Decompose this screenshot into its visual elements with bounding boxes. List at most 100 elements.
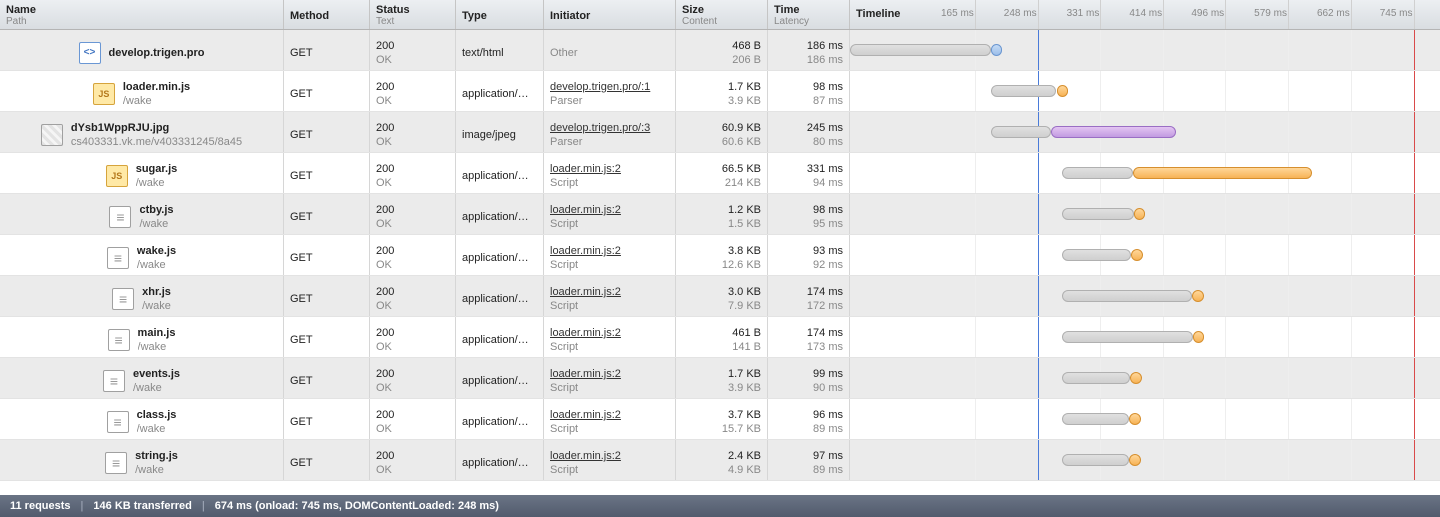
timing-bar-download[interactable] (1129, 413, 1141, 425)
initiator-link[interactable]: loader.min.js:2 (550, 244, 669, 258)
name-cell[interactable]: sugar.js/wake (0, 153, 284, 193)
table-row[interactable]: ctby.js/wakeGET200OKapplication/…loader.… (0, 194, 1440, 235)
timeline-cell (850, 30, 1440, 70)
js-file-icon (106, 165, 128, 187)
initiator-link[interactable]: loader.min.js:2 (550, 367, 669, 381)
domcontentloaded-marker (1038, 276, 1039, 316)
status-cell: 200OK (370, 235, 456, 275)
col-timeline-header[interactable]: Timeline 165 ms248 ms331 ms414 ms496 ms5… (850, 0, 1440, 29)
timing-bar-download[interactable] (1131, 249, 1143, 261)
timing-bar-download[interactable] (1193, 331, 1205, 343)
onload-marker (1414, 399, 1415, 439)
name-cell[interactable]: loader.min.js/wake (0, 71, 284, 111)
request-path: /wake (137, 422, 177, 436)
table-row[interactable]: events.js/wakeGET200OKapplication/…loade… (0, 358, 1440, 399)
size-cell: 461 B141 B (676, 317, 768, 357)
initiator-cell: loader.min.js:2Script (544, 153, 676, 193)
request-name: develop.trigen.pro (109, 46, 205, 60)
col-status-header[interactable]: Status Text (370, 0, 456, 29)
request-path: /wake (136, 176, 178, 190)
request-path: /wake (139, 217, 173, 231)
name-cell[interactable]: xhr.js/wake (0, 276, 284, 316)
timing-bar-download[interactable] (1133, 167, 1312, 179)
table-row[interactable]: string.js/wakeGET200OKapplication/…loade… (0, 440, 1440, 481)
txt-file-icon (109, 206, 131, 228)
size-cell: 1.7 KB3.9 KB (676, 358, 768, 398)
initiator-cell: loader.min.js:2Script (544, 235, 676, 275)
type-cell: image/jpeg (456, 112, 544, 152)
table-row[interactable]: develop.trigen.proGET200OKtext/htmlOther… (0, 30, 1440, 71)
col-name-header[interactable]: Name Path (0, 0, 284, 29)
timing-bar-latency[interactable] (1062, 331, 1193, 343)
col-initiator-header[interactable]: Initiator (544, 0, 676, 29)
onload-marker (1414, 358, 1415, 398)
table-row[interactable]: main.js/wakeGET200OKapplication/…loader.… (0, 317, 1440, 358)
onload-marker (1414, 276, 1415, 316)
onload-marker (1414, 153, 1415, 193)
timing-bar-download[interactable] (1134, 208, 1146, 220)
type-cell: application/… (456, 399, 544, 439)
request-name: events.js (133, 367, 180, 381)
timing-bar-latency[interactable] (1062, 290, 1192, 302)
initiator-cell: Other (544, 30, 676, 70)
timing-bar-download[interactable] (991, 44, 1003, 56)
timing-bar-download[interactable] (1129, 454, 1141, 466)
table-row[interactable]: sugar.js/wakeGET200OKapplication/…loader… (0, 153, 1440, 194)
timing-bar-latency[interactable] (1062, 167, 1133, 179)
timing-bar-download[interactable] (1130, 372, 1142, 384)
type-cell: application/… (456, 440, 544, 480)
name-cell[interactable]: class.js/wake (0, 399, 284, 439)
table-row[interactable]: xhr.js/wakeGET200OKapplication/…loader.m… (0, 276, 1440, 317)
name-cell[interactable]: string.js/wake (0, 440, 284, 480)
col-type-header[interactable]: Type (456, 0, 544, 29)
timing-bar-download[interactable] (1192, 290, 1204, 302)
initiator-link[interactable]: develop.trigen.pro/:1 (550, 80, 669, 94)
size-cell: 3.8 KB12.6 KB (676, 235, 768, 275)
timing-bar-latency[interactable] (1062, 454, 1129, 466)
timing-bar-latency[interactable] (991, 126, 1052, 138)
table-row[interactable]: dYsb1WppRJU.jpgcs403331.vk.me/v403331245… (0, 112, 1440, 153)
initiator-link[interactable]: loader.min.js:2 (550, 203, 669, 217)
name-cell[interactable]: ctby.js/wake (0, 194, 284, 234)
table-row[interactable]: class.js/wakeGET200OKapplication/…loader… (0, 399, 1440, 440)
request-name: sugar.js (136, 162, 178, 176)
name-cell[interactable]: events.js/wake (0, 358, 284, 398)
separator-icon: | (75, 500, 90, 512)
request-name: wake.js (137, 244, 176, 258)
timing-bar-latency[interactable] (991, 85, 1057, 97)
timing-bar-download[interactable] (1057, 85, 1069, 97)
table-row[interactable]: loader.min.js/wakeGET200OKapplication/…d… (0, 71, 1440, 112)
method-cell: GET (284, 194, 370, 234)
initiator-link[interactable]: loader.min.js:2 (550, 408, 669, 422)
name-cell[interactable]: dYsb1WppRJU.jpgcs403331.vk.me/v403331245… (0, 112, 284, 152)
timing-bar-latency[interactable] (1062, 372, 1130, 384)
initiator-link[interactable]: loader.min.js:2 (550, 326, 669, 340)
name-cell[interactable]: develop.trigen.pro (0, 30, 284, 70)
initiator-cell: loader.min.js:2Script (544, 358, 676, 398)
col-method-header[interactable]: Method (284, 0, 370, 29)
initiator-link[interactable]: loader.min.js:2 (550, 285, 669, 299)
initiator-cell: loader.min.js:2Script (544, 399, 676, 439)
name-cell[interactable]: wake.js/wake (0, 235, 284, 275)
timeline-cell (850, 153, 1440, 193)
timing-bar-latency[interactable] (1062, 249, 1132, 261)
txt-file-icon (105, 452, 127, 474)
timing-bar-download[interactable] (1051, 126, 1176, 138)
initiator-cell: loader.min.js:2Script (544, 276, 676, 316)
method-cell: GET (284, 30, 370, 70)
timing-bar-latency[interactable] (850, 44, 991, 56)
initiator-link[interactable]: loader.min.js:2 (550, 162, 669, 176)
initiator-link[interactable]: loader.min.js:2 (550, 449, 669, 463)
timing-bar-latency[interactable] (1062, 413, 1129, 425)
table-row[interactable]: wake.js/wakeGET200OKapplication/…loader.… (0, 235, 1440, 276)
img-file-icon (41, 124, 63, 146)
request-name: string.js (135, 449, 178, 463)
initiator-link[interactable]: develop.trigen.pro/:3 (550, 121, 669, 135)
timing-bar-latency[interactable] (1062, 208, 1134, 220)
name-cell[interactable]: main.js/wake (0, 317, 284, 357)
col-size-header[interactable]: Size Content (676, 0, 768, 29)
col-time-header[interactable]: Time Latency (768, 0, 850, 29)
status-cell: 200OK (370, 399, 456, 439)
timeline-cell (850, 276, 1440, 316)
status-cell: 200OK (370, 276, 456, 316)
